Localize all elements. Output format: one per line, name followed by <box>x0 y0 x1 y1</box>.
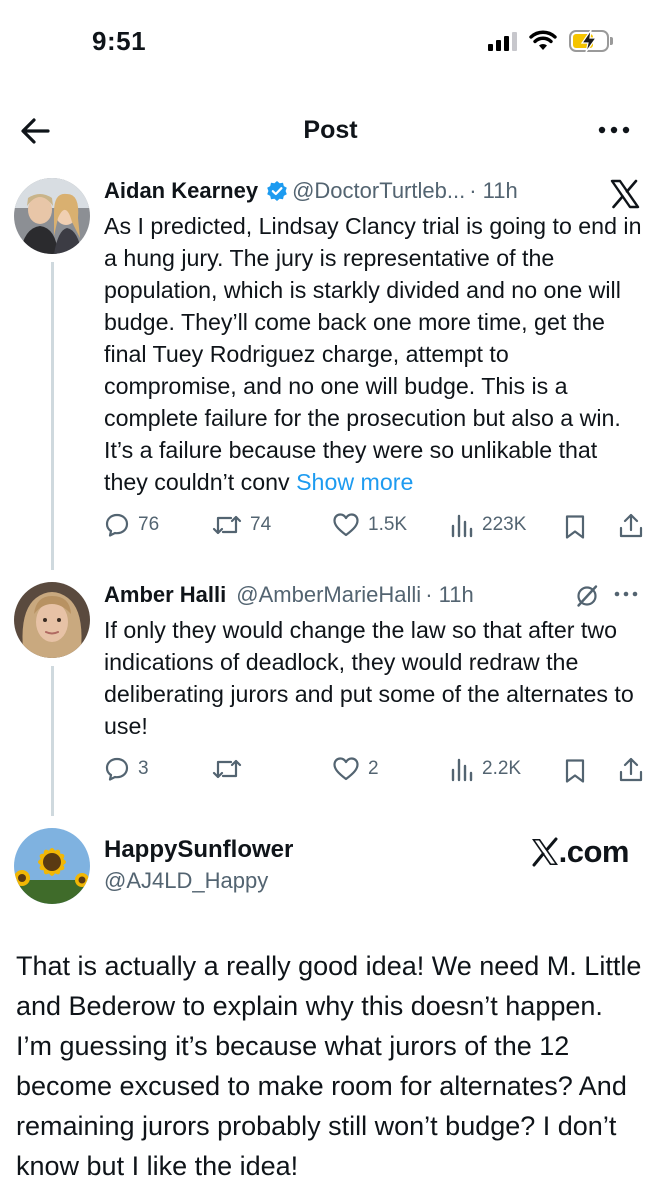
heart-icon <box>333 757 359 781</box>
repost-button[interactable]: 74 <box>212 512 271 538</box>
grok-icon[interactable] <box>575 584 599 608</box>
x-logo-icon[interactable] <box>609 178 641 210</box>
like-count: 1.5K <box>368 514 408 535</box>
views-button[interactable]: 223K <box>450 512 526 538</box>
like-button[interactable]: 1.5K <box>332 512 407 538</box>
author-name[interactable]: Amber Halli <box>104 582 226 608</box>
bookmark-icon[interactable] <box>564 758 586 784</box>
page-title: Post <box>303 116 358 144</box>
comment-author-name[interactable]: HappySunflower <box>104 836 293 864</box>
tweet-text: As I predicted, Lindsay Clancy trial is … <box>104 210 644 498</box>
tweet[interactable]: Aidan Kearney @DoctorTurtleb... · 11h As… <box>0 176 661 556</box>
tweet-text-content: As I predicted, Lindsay Clancy trial is … <box>104 213 642 495</box>
reply-count: 76 <box>138 514 160 535</box>
bookmark-icon[interactable] <box>564 514 586 540</box>
view-count: 2.2K <box>482 758 522 779</box>
x-logo-icon <box>531 837 558 867</box>
comment-text: That is actually a really good idea! We … <box>16 951 642 1181</box>
battery-icon <box>569 29 613 53</box>
like-button[interactable]: 2 <box>332 756 379 782</box>
like-count: 2 <box>368 758 379 779</box>
more-options-icon[interactable] <box>613 584 639 604</box>
views-icon <box>451 758 473 782</box>
reply-button[interactable]: 3 <box>104 756 149 782</box>
tweet-header: Amber Halli @AmberMarieHalli · 11h <box>104 580 647 610</box>
avatar[interactable] <box>14 828 90 904</box>
reply-icon <box>105 757 129 781</box>
wifi-icon <box>529 30 557 50</box>
post-time: · 11h <box>425 582 474 607</box>
views-icon <box>451 514 473 538</box>
x-com-label: .com <box>558 834 630 869</box>
tweet-text: If only they would change the law so tha… <box>104 614 644 742</box>
repost-icon <box>212 515 242 535</box>
status-time: 9:51 <box>92 26 147 56</box>
cellular-signal-icon <box>488 31 517 51</box>
status-icons <box>488 29 613 53</box>
reply-button[interactable]: 76 <box>104 512 159 538</box>
views-button[interactable]: 2.2K <box>450 756 521 782</box>
heart-icon <box>333 513 359 537</box>
author-handle[interactable]: @AmberMarieHalli <box>236 582 421 608</box>
post-time: · 11h <box>469 178 518 203</box>
share-icon[interactable] <box>618 756 644 784</box>
share-icon[interactable] <box>618 512 644 540</box>
tweet-text-content: If only they would change the law so tha… <box>104 617 634 739</box>
avatar[interactable] <box>14 582 90 658</box>
verified-badge-icon <box>266 180 288 202</box>
show-more-link[interactable]: Show more <box>296 469 413 495</box>
tweet-actions: 76 74 1.5K 223K <box>104 512 644 544</box>
repost-icon <box>212 759 242 779</box>
status-bar: 9:51 <box>0 0 661 90</box>
comment-author-handle[interactable]: @AJ4LD_Happy <box>104 868 268 894</box>
tweet-header: Aidan Kearney @DoctorTurtleb... · 11h <box>104 176 647 206</box>
reply-icon <box>105 513 129 537</box>
author-handle[interactable]: @DoctorTurtleb... <box>292 178 465 204</box>
repost-button[interactable] <box>212 756 250 782</box>
author-name[interactable]: Aidan Kearney <box>104 178 258 204</box>
avatar[interactable] <box>14 178 90 254</box>
tweet[interactable]: Amber Halli @AmberMarieHalli · 11h If on… <box>0 580 661 810</box>
post-header: Post <box>0 100 661 160</box>
more-options-icon[interactable] <box>597 118 631 142</box>
x-com-watermark: .com <box>531 834 630 870</box>
tweet-actions: 3 2 2.2K <box>104 756 644 788</box>
reply-count: 3 <box>138 758 149 779</box>
view-count: 223K <box>482 514 527 535</box>
repost-count: 74 <box>250 514 272 535</box>
